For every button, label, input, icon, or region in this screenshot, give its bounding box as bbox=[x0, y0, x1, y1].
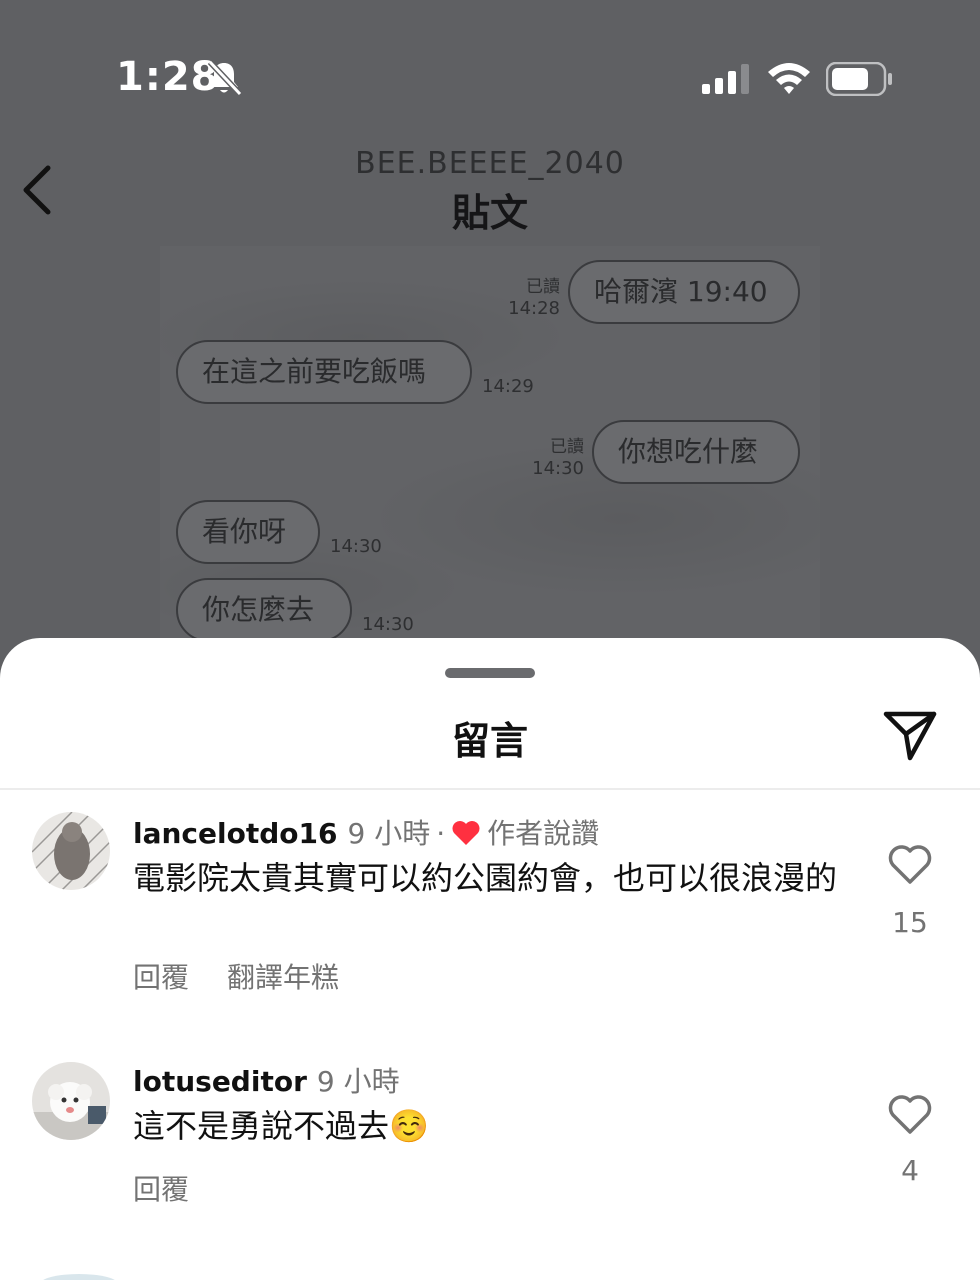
message-bubble: 你想吃什麼 bbox=[592, 420, 800, 484]
message-bubble: 看你呀 bbox=[176, 500, 320, 564]
post-username: BEE.BEEEE_2040 bbox=[355, 146, 625, 181]
comment-header: lancelotdo16 9 小時 · 作者說讚 bbox=[133, 812, 599, 852]
like-count: 15 bbox=[892, 906, 928, 939]
like-count: 4 bbox=[901, 1154, 919, 1187]
comment-username[interactable]: lancelotdo16 bbox=[133, 817, 337, 850]
reply-button[interactable]: 回覆 bbox=[133, 961, 189, 994]
message-bubble: 在這之前要吃飯嗎 bbox=[176, 340, 472, 404]
heart-filled-icon bbox=[452, 821, 480, 845]
message-time: 14:30 bbox=[330, 536, 382, 557]
sheet-grabber[interactable] bbox=[445, 668, 535, 678]
battery-icon bbox=[826, 62, 892, 96]
post-backdrop: 1:28 BEE.BEEEE_2040 貼文 已讀 14:28 哈爾濱 19:4… bbox=[0, 0, 980, 700]
comment-header: lotuseditor 9 小時 bbox=[133, 1060, 400, 1100]
avatar[interactable] bbox=[40, 1274, 118, 1280]
message-meta: 已讀 14:30 bbox=[532, 437, 584, 479]
bell-slash-icon bbox=[207, 59, 243, 97]
message-bubble: 你怎麼去 bbox=[176, 578, 352, 642]
comment-text: 電影院太貴其實可以約公園約會，也可以很浪漫的 bbox=[133, 859, 838, 897]
comment-actions: 回覆 翻譯年糕 bbox=[133, 956, 377, 996]
send-icon[interactable] bbox=[880, 704, 940, 764]
message-time: 14:30 bbox=[362, 614, 414, 635]
post-image-chat-screenshot[interactable]: 已讀 14:28 哈爾濱 19:40 在這之前要吃飯嗎 14:29 已讀 14:… bbox=[160, 246, 820, 700]
post-header: BEE.BEEEE_2040 貼文 bbox=[0, 140, 980, 240]
comment-username[interactable]: lotuseditor bbox=[133, 1065, 307, 1098]
comment-actions: 回覆 bbox=[133, 1168, 227, 1208]
sheet-divider bbox=[0, 788, 980, 790]
heart-icon[interactable] bbox=[888, 1094, 932, 1136]
sheet-title: 留言 bbox=[451, 719, 528, 763]
comment-time: 9 小時 bbox=[316, 1065, 400, 1098]
comment-text: 這不是勇說不過去☺️ bbox=[133, 1107, 429, 1145]
message-meta: 已讀 14:28 bbox=[508, 277, 560, 319]
comment-time: 9 小時 bbox=[347, 817, 431, 850]
message-time: 14:29 bbox=[482, 376, 534, 397]
wifi-icon bbox=[768, 63, 810, 94]
liked-by-author-label: 作者說讚 bbox=[487, 817, 600, 850]
comment-separator: · bbox=[436, 817, 446, 850]
avatar[interactable] bbox=[32, 1062, 110, 1140]
heart-icon[interactable] bbox=[888, 844, 932, 886]
signal-icon bbox=[702, 64, 749, 94]
comments-sheet: 留言 lancelotdo16 9 小時 · 作者說讚 電影院太貴其實可以約公園約會，… bbox=[0, 638, 980, 1280]
reply-button[interactable]: 回覆 bbox=[133, 1173, 189, 1206]
translate-button[interactable]: 翻譯年糕 bbox=[227, 961, 339, 994]
post-title: 貼文 bbox=[451, 191, 528, 235]
avatar[interactable] bbox=[32, 812, 110, 890]
status-bar: 1:28 bbox=[0, 0, 980, 130]
message-bubble: 哈爾濱 19:40 bbox=[568, 260, 800, 324]
